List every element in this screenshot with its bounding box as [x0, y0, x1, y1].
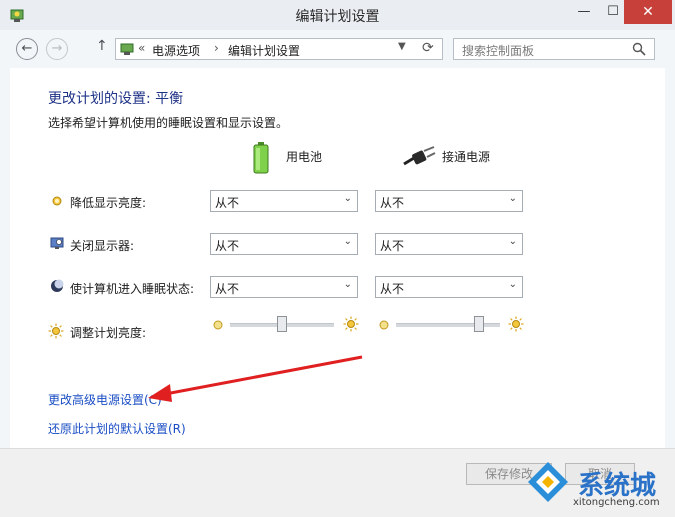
control-panel-icon [120, 43, 134, 55]
breadcrumb-edit-plan[interactable]: 编辑计划设置 [228, 42, 300, 59]
up-button[interactable]: ↑ [96, 38, 108, 54]
annotation-arrow [148, 355, 363, 402]
search-input[interactable]: 搜索控制面板 [453, 38, 655, 60]
chevron-down-icon[interactable]: ▼ [398, 41, 406, 52]
refresh-icon[interactable]: ⟳ [422, 40, 434, 56]
back-button[interactable]: ← [16, 38, 38, 60]
navigation-bar: ← → ↑ « 电源选项 › 编辑计划设置 ▼ ⟳ 搜索控制面板 [0, 30, 675, 68]
breadcrumb-power-options[interactable]: 电源选项 [152, 42, 200, 59]
close-button[interactable]: ✕ [624, 0, 672, 24]
content-panel: 更改计划的设置: 平衡 选择希望计算机使用的睡眠设置和显示设置。 用电池 接通电… [10, 68, 665, 448]
watermark-url: xitongcheng.com [573, 497, 660, 508]
breadcrumb-separator: › [214, 41, 219, 55]
title-bar: 编辑计划设置 — ☐ ✕ [0, 0, 675, 30]
forward-button[interactable]: → [46, 38, 68, 60]
search-icon[interactable] [632, 42, 646, 56]
address-bar[interactable]: « 电源选项 › 编辑计划设置 ▼ ⟳ [115, 38, 443, 60]
search-placeholder: 搜索控制面板 [462, 44, 535, 58]
breadcrumb-overflow[interactable]: « [138, 41, 145, 55]
window: 编辑计划设置 — ☐ ✕ ← → ↑ « 电源选项 › 编辑计划设置 ▼ ⟳ 搜… [0, 0, 675, 517]
